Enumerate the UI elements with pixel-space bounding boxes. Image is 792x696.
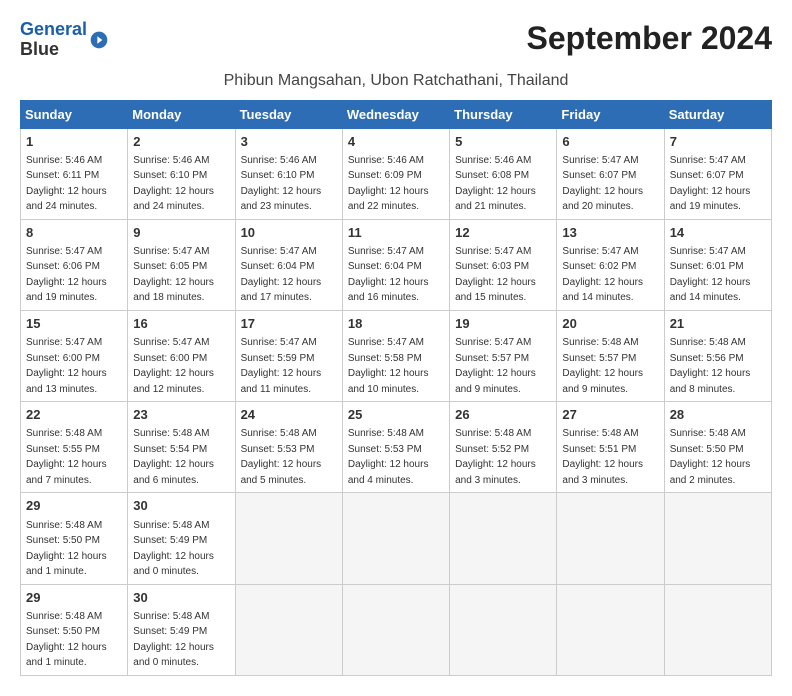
calendar-day-14: 14Sunrise: 5:47 AMSunset: 6:01 PMDayligh… bbox=[664, 219, 771, 310]
day-number: 29 bbox=[26, 589, 122, 607]
col-thursday: Thursday bbox=[450, 100, 557, 128]
calendar-day-empty bbox=[557, 493, 664, 584]
day-number: 27 bbox=[562, 406, 658, 424]
calendar-day-18: 18Sunrise: 5:47 AMSunset: 5:58 PMDayligh… bbox=[342, 310, 449, 401]
calendar-day-empty bbox=[450, 493, 557, 584]
calendar-day-15: 15Sunrise: 5:47 AMSunset: 6:00 PMDayligh… bbox=[21, 310, 128, 401]
col-monday: Monday bbox=[128, 100, 235, 128]
col-friday: Friday bbox=[557, 100, 664, 128]
calendar-day-27: 27Sunrise: 5:48 AMSunset: 5:51 PMDayligh… bbox=[557, 402, 664, 493]
calendar-day-13: 13Sunrise: 5:47 AMSunset: 6:02 PMDayligh… bbox=[557, 219, 664, 310]
day-number: 13 bbox=[562, 224, 658, 242]
calendar-day-1: 1Sunrise: 5:46 AMSunset: 6:11 PMDaylight… bbox=[21, 128, 128, 219]
calendar-day-empty bbox=[664, 493, 771, 584]
calendar-table: Sunday Monday Tuesday Wednesday Thursday… bbox=[20, 100, 772, 676]
day-number: 25 bbox=[348, 406, 444, 424]
day-number: 29 bbox=[26, 497, 122, 515]
col-saturday: Saturday bbox=[664, 100, 771, 128]
calendar-day-30: 30Sunrise: 5:48 AMSunset: 5:49 PMDayligh… bbox=[128, 493, 235, 584]
day-number: 30 bbox=[133, 497, 229, 515]
calendar-day-24: 24Sunrise: 5:48 AMSunset: 5:53 PMDayligh… bbox=[235, 402, 342, 493]
calendar-day-20: 20Sunrise: 5:48 AMSunset: 5:57 PMDayligh… bbox=[557, 310, 664, 401]
calendar-day-23: 23Sunrise: 5:48 AMSunset: 5:54 PMDayligh… bbox=[128, 402, 235, 493]
calendar-day-16: 16Sunrise: 5:47 AMSunset: 6:00 PMDayligh… bbox=[128, 310, 235, 401]
col-wednesday: Wednesday bbox=[342, 100, 449, 128]
calendar-day-6: 6Sunrise: 5:47 AMSunset: 6:07 PMDaylight… bbox=[557, 128, 664, 219]
day-number: 14 bbox=[670, 224, 766, 242]
day-number: 19 bbox=[455, 315, 551, 333]
day-number: 9 bbox=[133, 224, 229, 242]
day-number: 12 bbox=[455, 224, 551, 242]
calendar-day-empty bbox=[557, 584, 664, 675]
day-number: 1 bbox=[26, 133, 122, 151]
calendar-day-5: 5Sunrise: 5:46 AMSunset: 6:08 PMDaylight… bbox=[450, 128, 557, 219]
col-sunday: Sunday bbox=[21, 100, 128, 128]
calendar-day-9: 9Sunrise: 5:47 AMSunset: 6:05 PMDaylight… bbox=[128, 219, 235, 310]
calendar-day-8: 8Sunrise: 5:47 AMSunset: 6:06 PMDaylight… bbox=[21, 219, 128, 310]
calendar-day-4: 4Sunrise: 5:46 AMSunset: 6:09 PMDaylight… bbox=[342, 128, 449, 219]
calendar-day-empty bbox=[235, 493, 342, 584]
calendar-day-22: 22Sunrise: 5:48 AMSunset: 5:55 PMDayligh… bbox=[21, 402, 128, 493]
calendar-day-19: 19Sunrise: 5:47 AMSunset: 5:57 PMDayligh… bbox=[450, 310, 557, 401]
calendar-day-7: 7Sunrise: 5:47 AMSunset: 6:07 PMDaylight… bbox=[664, 128, 771, 219]
calendar-day-empty bbox=[664, 584, 771, 675]
calendar-day-11: 11Sunrise: 5:47 AMSunset: 6:04 PMDayligh… bbox=[342, 219, 449, 310]
calendar-week-4: 22Sunrise: 5:48 AMSunset: 5:55 PMDayligh… bbox=[21, 402, 772, 493]
day-number: 20 bbox=[562, 315, 658, 333]
month-title: September 2024 bbox=[527, 20, 772, 57]
day-number: 16 bbox=[133, 315, 229, 333]
logo-text: GeneralBlue bbox=[20, 20, 87, 60]
calendar-day-empty bbox=[450, 584, 557, 675]
day-number: 21 bbox=[670, 315, 766, 333]
calendar-day-30: 30Sunrise: 5:48 AMSunset: 5:49 PMDayligh… bbox=[128, 584, 235, 675]
day-number: 17 bbox=[241, 315, 337, 333]
calendar-day-26: 26Sunrise: 5:48 AMSunset: 5:52 PMDayligh… bbox=[450, 402, 557, 493]
day-number: 11 bbox=[348, 224, 444, 242]
calendar-day-25: 25Sunrise: 5:48 AMSunset: 5:53 PMDayligh… bbox=[342, 402, 449, 493]
calendar-header-row: Sunday Monday Tuesday Wednesday Thursday… bbox=[21, 100, 772, 128]
day-number: 10 bbox=[241, 224, 337, 242]
day-number: 7 bbox=[670, 133, 766, 151]
calendar-week-1: 1Sunrise: 5:46 AMSunset: 6:11 PMDaylight… bbox=[21, 128, 772, 219]
calendar-day-10: 10Sunrise: 5:47 AMSunset: 6:04 PMDayligh… bbox=[235, 219, 342, 310]
calendar-day-21: 21Sunrise: 5:48 AMSunset: 5:56 PMDayligh… bbox=[664, 310, 771, 401]
calendar-day-28: 28Sunrise: 5:48 AMSunset: 5:50 PMDayligh… bbox=[664, 402, 771, 493]
calendar-day-12: 12Sunrise: 5:47 AMSunset: 6:03 PMDayligh… bbox=[450, 219, 557, 310]
day-number: 26 bbox=[455, 406, 551, 424]
day-number: 8 bbox=[26, 224, 122, 242]
day-number: 2 bbox=[133, 133, 229, 151]
day-number: 15 bbox=[26, 315, 122, 333]
calendar-week-5: 29Sunrise: 5:48 AMSunset: 5:50 PMDayligh… bbox=[21, 493, 772, 584]
day-number: 6 bbox=[562, 133, 658, 151]
day-number: 4 bbox=[348, 133, 444, 151]
calendar-day-17: 17Sunrise: 5:47 AMSunset: 5:59 PMDayligh… bbox=[235, 310, 342, 401]
calendar-day-2: 2Sunrise: 5:46 AMSunset: 6:10 PMDaylight… bbox=[128, 128, 235, 219]
location-subtitle: Phibun Mangsahan, Ubon Ratchathani, Thai… bbox=[20, 72, 772, 90]
day-number: 22 bbox=[26, 406, 122, 424]
day-number: 23 bbox=[133, 406, 229, 424]
calendar-day-3: 3Sunrise: 5:46 AMSunset: 6:10 PMDaylight… bbox=[235, 128, 342, 219]
calendar-week-2: 8Sunrise: 5:47 AMSunset: 6:06 PMDaylight… bbox=[21, 219, 772, 310]
logo-blue: Blue bbox=[20, 39, 59, 59]
logo: GeneralBlue bbox=[20, 20, 109, 60]
title-section: September 2024 bbox=[527, 20, 772, 57]
day-number: 24 bbox=[241, 406, 337, 424]
day-number: 3 bbox=[241, 133, 337, 151]
calendar-day-29: 29Sunrise: 5:48 AMSunset: 5:50 PMDayligh… bbox=[21, 584, 128, 675]
day-number: 5 bbox=[455, 133, 551, 151]
day-number: 28 bbox=[670, 406, 766, 424]
day-number: 30 bbox=[133, 589, 229, 607]
calendar-day-29: 29Sunrise: 5:48 AMSunset: 5:50 PMDayligh… bbox=[21, 493, 128, 584]
col-tuesday: Tuesday bbox=[235, 100, 342, 128]
calendar-week-6: 29Sunrise: 5:48 AMSunset: 5:50 PMDayligh… bbox=[21, 584, 772, 675]
calendar-day-empty bbox=[342, 584, 449, 675]
calendar-day-empty bbox=[342, 493, 449, 584]
calendar-week-3: 15Sunrise: 5:47 AMSunset: 6:00 PMDayligh… bbox=[21, 310, 772, 401]
calendar-day-empty bbox=[235, 584, 342, 675]
logo-icon bbox=[89, 30, 109, 50]
day-number: 18 bbox=[348, 315, 444, 333]
